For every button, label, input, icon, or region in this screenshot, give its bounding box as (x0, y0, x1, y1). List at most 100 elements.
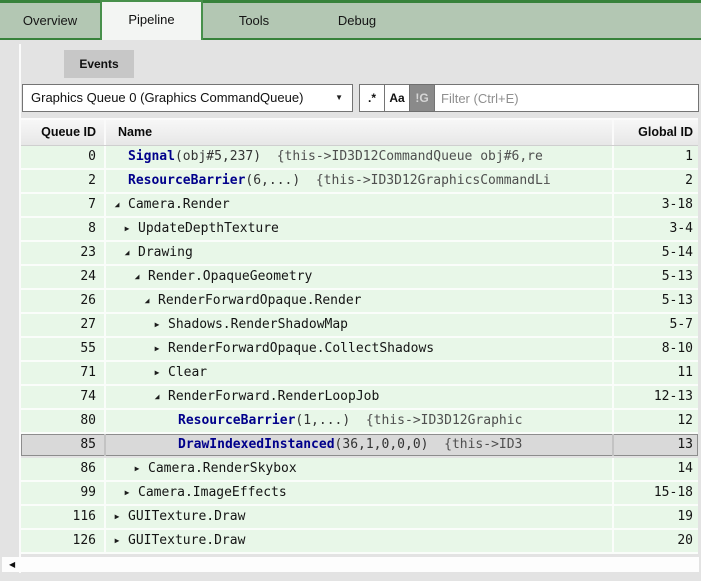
tree-collapsed-icon[interactable]: ▶ (110, 506, 124, 528)
name-cell: ▶ Shadows.RenderShadowMap (104, 314, 612, 336)
table-row[interactable]: 27▶Shadows.RenderShadowMap5-7 (21, 314, 698, 338)
event-marker-label: GUITexture.Draw (128, 533, 245, 548)
name-cell: ◢Drawing (104, 242, 612, 264)
tab-events[interactable]: Events (64, 50, 134, 78)
tab-bar: Overview Pipeline Tools Debug (0, 0, 701, 40)
table-row[interactable]: 74◢RenderForward.RenderLoopJob12-13 (21, 386, 698, 410)
global-id-cell: 8-10 (612, 338, 698, 360)
tree-expanded-icon[interactable]: ◢ (110, 194, 124, 216)
table-row[interactable]: 24◢Render.OpaqueGeometry5-13 (21, 266, 698, 290)
queue-id-cell: 2 (21, 170, 104, 192)
name-cell: ▶ Camera.ImageEffects (104, 482, 612, 504)
queue-id-cell: 99 (21, 482, 104, 504)
tree-collapsed-icon[interactable]: ▶ (150, 338, 164, 360)
queue-id-cell: 126 (21, 530, 104, 552)
tree-collapsed-icon[interactable]: ▶ (110, 530, 124, 552)
queue-id-cell: 0 (21, 146, 104, 168)
queue-id-cell: 8 (21, 218, 104, 240)
event-marker-label: Render.OpaqueGeometry (148, 269, 312, 284)
column-header-queue-id[interactable]: Queue ID (21, 120, 104, 145)
global-id-cell: 5-13 (612, 266, 698, 288)
horizontal-scrollbar[interactable]: ◀ (2, 557, 699, 572)
global-id-cell: 20 (612, 530, 698, 552)
name-cell: ◢ Render.OpaqueGeometry (104, 266, 612, 288)
tab-pipeline[interactable]: Pipeline (100, 0, 203, 40)
table-row[interactable]: 23◢Drawing5-14 (21, 242, 698, 266)
table-row[interactable]: 71▶Clear11 (21, 362, 698, 386)
event-marker-label: Camera.RenderSkybox (148, 461, 297, 476)
name-cell: ResourceBarrier(6,...) {this->ID3D12Grap… (104, 170, 612, 192)
global-id-cell: 5-7 (612, 314, 698, 336)
tree-collapsed-icon[interactable]: ▶ (120, 218, 134, 240)
event-marker-label: RenderForwardOpaque.Render (158, 293, 362, 308)
queue-id-cell: 55 (21, 338, 104, 360)
name-cell: ▶ GUITexture.Draw (104, 530, 612, 552)
tab-debug[interactable]: Debug (306, 3, 408, 38)
table-row[interactable]: 8 ▶ UpdateDepthTexture 3-4 (21, 218, 698, 242)
chevron-down-icon: ▼ (335, 85, 343, 111)
tree-collapsed-icon[interactable]: ▶ (120, 482, 134, 504)
glob-toggle-button[interactable]: !G (409, 84, 435, 112)
filter-input[interactable] (434, 84, 699, 112)
table-row[interactable]: 126 ▶ GUITexture.Draw 20 (21, 530, 698, 554)
tree-collapsed-icon[interactable]: ▶ (130, 458, 144, 480)
global-id-cell: 5-14 (612, 242, 698, 264)
api-call-name: Signal (128, 149, 175, 164)
tree-collapsed-icon[interactable]: ▶ (150, 314, 164, 336)
name-cell: Signal(obj#5,237) {this->ID3D12CommandQu… (104, 146, 612, 168)
event-marker-label: GUITexture.Draw (128, 509, 245, 524)
event-marker-label: RenderForwardOpaque.CollectShadows (168, 341, 434, 356)
event-marker-label: Shadows.RenderShadowMap (168, 317, 348, 332)
regex-toggle-button[interactable]: .* (359, 84, 385, 112)
queue-id-cell: 71 (21, 362, 104, 384)
global-id-cell: 12-13 (612, 386, 698, 408)
tab-overview[interactable]: Overview (0, 3, 100, 38)
table-row[interactable]: 7◢Camera.Render3-18 (21, 194, 698, 218)
global-id-cell: 14 (612, 458, 698, 480)
name-cell: ◢ RenderForward.RenderLoopJob (104, 386, 612, 408)
event-marker-label: Camera.ImageEffects (138, 485, 287, 500)
table-row[interactable]: 86 ▶ Camera.RenderSkybox 14 (21, 458, 698, 482)
event-marker-label: RenderForward.RenderLoopJob (168, 389, 379, 404)
global-id-cell: 3-4 (612, 218, 698, 240)
name-cell: ▶ UpdateDepthTexture (104, 218, 612, 240)
name-cell: ResourceBarrier(1,...) {this->ID3D12Grap… (104, 410, 612, 432)
global-id-cell: 19 (612, 506, 698, 528)
queue-select-dropdown[interactable]: Graphics Queue 0 (Graphics CommandQueue)… (22, 84, 353, 112)
global-id-cell: 13 (612, 434, 698, 456)
name-cell: ▶ Camera.RenderSkybox (104, 458, 612, 480)
table-row[interactable]: 26◢RenderForwardOpaque.Render5-13 (21, 290, 698, 314)
tab-tools[interactable]: Tools (202, 3, 306, 38)
api-call-name: ResourceBarrier (128, 173, 245, 188)
name-cell: DrawIndexedInstanced(36,1,0,0,0) {this->… (104, 434, 612, 456)
table-row[interactable]: 55 ▶ RenderForwardOpaque.CollectShadows 8-1… (21, 338, 698, 362)
table-row[interactable]: 0Signal(obj#5,237) {this->ID3D12CommandQ… (21, 146, 698, 170)
table-row[interactable]: 99▶Camera.ImageEffects15-18 (21, 482, 698, 506)
api-call-context: {this->ID3D12CommandQueue obj#6,re (261, 149, 543, 164)
scroll-left-arrow-icon[interactable]: ◀ (9, 557, 15, 572)
api-call-name: DrawIndexedInstanced (178, 437, 335, 452)
name-cell: ▶ RenderForwardOpaque.CollectShadows (104, 338, 612, 360)
table-row[interactable]: 80ResourceBarrier(1,...) {this->ID3D12Gr… (21, 410, 698, 434)
tree-expanded-icon[interactable]: ◢ (120, 242, 134, 264)
tree-expanded-icon[interactable]: ◢ (140, 290, 154, 312)
event-tree: 0Signal(obj#5,237) {this->ID3D12CommandQ… (21, 146, 698, 554)
column-header-global-id[interactable]: Global ID (612, 120, 698, 145)
event-marker-label: Camera.Render (128, 197, 230, 212)
table-row[interactable]: 85DrawIndexedInstanced(36,1,0,0,0) {this… (21, 434, 698, 458)
case-sensitive-toggle-button[interactable]: Aa (384, 84, 410, 112)
column-header-name[interactable]: Name (104, 120, 612, 145)
tree-expanded-icon[interactable]: ◢ (130, 266, 144, 288)
tree-expanded-icon[interactable]: ◢ (150, 386, 164, 408)
table-row[interactable]: 2ResourceBarrier(6,...) {this->ID3D12Gra… (21, 170, 698, 194)
tree-collapsed-icon[interactable]: ▶ (150, 362, 164, 384)
queue-id-cell: 80 (21, 410, 104, 432)
global-id-cell: 2 (612, 170, 698, 192)
event-browser-window: Overview Pipeline Tools Debug Events Gra… (0, 0, 701, 581)
api-call-context: {this->ID3D12Graphic (350, 413, 522, 428)
global-id-cell: 3-18 (612, 194, 698, 216)
event-marker-label: Clear (168, 365, 207, 380)
queue-id-cell: 86 (21, 458, 104, 480)
table-row[interactable]: 116▶GUITexture.Draw19 (21, 506, 698, 530)
event-marker-label: UpdateDepthTexture (138, 221, 279, 236)
